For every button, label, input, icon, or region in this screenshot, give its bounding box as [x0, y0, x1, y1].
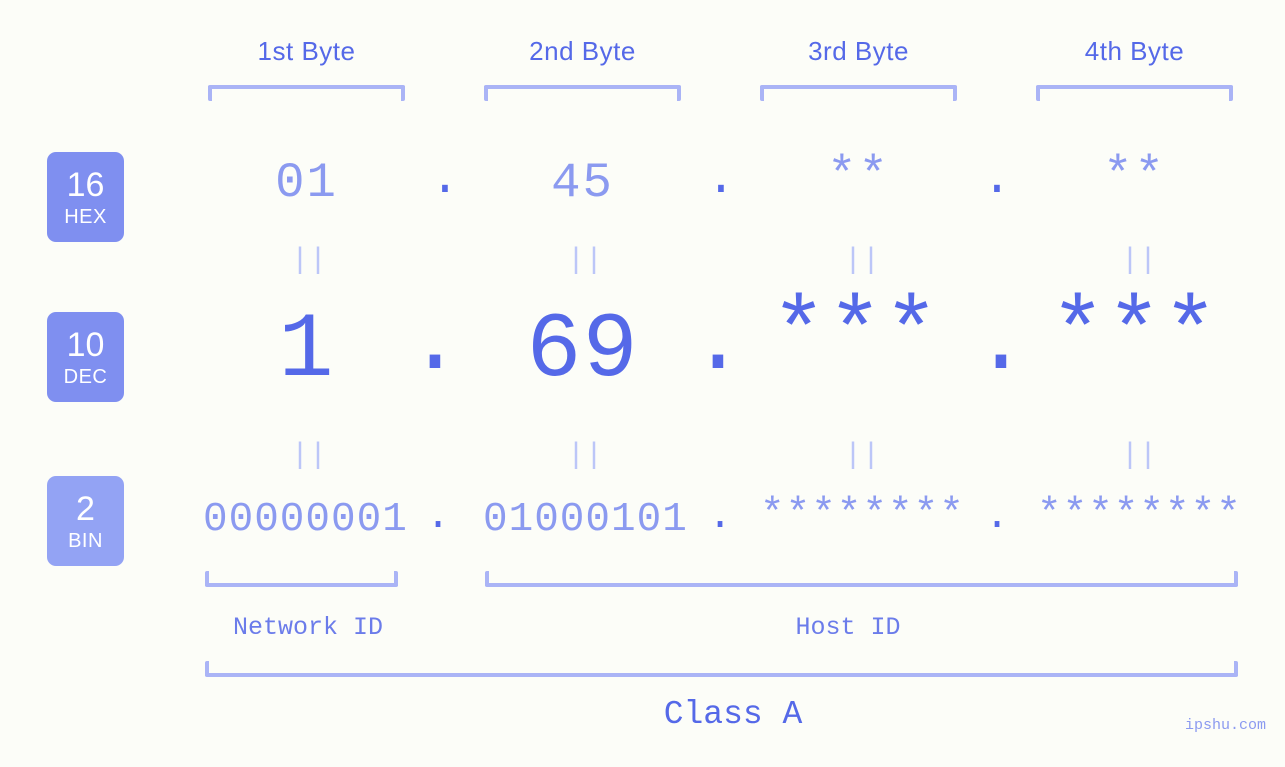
network-id-label: Network ID: [232, 613, 384, 642]
byte-bracket-4: [1036, 85, 1233, 101]
bin-byte-1: 00000001: [203, 497, 408, 543]
dec-byte-4: ***: [1050, 282, 1219, 387]
row-badge-hex: 16 HEX: [47, 152, 124, 242]
bin-byte-4: ********: [1037, 492, 1242, 538]
equals-mark-hex-dec-1: ||: [291, 244, 328, 278]
bin-separator-1: .: [425, 494, 451, 540]
dec-byte-2: 69: [526, 298, 639, 403]
row-badge-hex-unit: HEX: [64, 205, 107, 228]
equals-mark-hex-dec-2: ||: [567, 244, 604, 278]
hex-byte-3: **: [827, 148, 890, 204]
site-watermark: ipshu.com: [1185, 717, 1267, 734]
dec-separator-1: .: [407, 291, 463, 396]
class-label: Class A: [663, 696, 803, 733]
dec-separator-3: .: [973, 291, 1029, 396]
equals-mark-dec-bin-4: ||: [1121, 439, 1158, 473]
byte-header-label-3: 3rd Byte: [808, 36, 909, 66]
ip-address-breakdown-diagram: 1st Byte 2nd Byte 3rd Byte 4th Byte 16 H…: [0, 0, 1285, 767]
byte-bracket-2: [484, 85, 681, 101]
byte-bracket-3: [760, 85, 957, 101]
dec-byte-1: 1: [278, 298, 335, 403]
bin-separator-2: .: [707, 494, 733, 540]
dec-separator-2: .: [690, 291, 746, 396]
row-badge-dec-unit: DEC: [63, 365, 108, 388]
equals-mark-dec-bin-1: ||: [291, 439, 328, 473]
bin-byte-2: 01000101: [483, 497, 688, 543]
byte-bracket-1: [208, 85, 405, 101]
hex-separator-3: .: [982, 151, 1012, 207]
dec-byte-3: ***: [771, 282, 940, 387]
row-badge-dec-base: 10: [66, 325, 105, 364]
host-id-label: Host ID: [795, 613, 901, 642]
row-badge-bin-unit: BIN: [68, 529, 103, 552]
row-badge-hex-base: 16: [66, 165, 105, 204]
byte-header-label-4: 4th Byte: [1084, 36, 1185, 66]
equals-mark-hex-dec-4: ||: [1121, 244, 1158, 278]
hex-byte-4: **: [1103, 148, 1166, 204]
byte-header-label-2: 2nd Byte: [529, 36, 636, 66]
host-id-bracket: [485, 571, 1238, 587]
row-badge-dec: 10 DEC: [47, 312, 124, 402]
bin-separator-3: .: [984, 494, 1010, 540]
equals-mark-hex-dec-3: ||: [844, 244, 881, 278]
row-badge-bin: 2 BIN: [47, 476, 124, 566]
equals-mark-dec-bin-3: ||: [844, 439, 881, 473]
byte-header-label-1: 1st Byte: [257, 36, 356, 66]
equals-mark-dec-bin-2: ||: [567, 439, 604, 473]
class-bracket: [205, 661, 1238, 677]
network-id-bracket: [205, 571, 398, 587]
hex-separator-1: .: [430, 151, 460, 207]
hex-separator-2: .: [706, 151, 736, 207]
hex-byte-1: 01: [275, 155, 338, 211]
hex-byte-2: 45: [551, 155, 614, 211]
bin-byte-3: ********: [760, 492, 965, 538]
row-badge-bin-base: 2: [76, 489, 95, 528]
